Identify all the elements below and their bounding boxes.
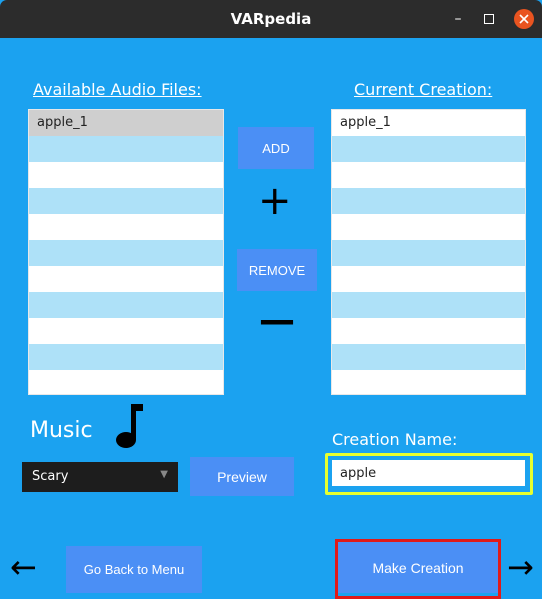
list-item[interactable] [29,214,223,240]
list-item[interactable] [332,318,525,344]
remove-button[interactable]: REMOVE [237,249,317,291]
go-back-to-menu-button[interactable]: Go Back to Menu [66,546,202,593]
back-arrow-icon[interactable]: ← [10,551,37,583]
list-item[interactable] [332,292,525,318]
current-creation-heading: Current Creation: [354,80,493,99]
list-item[interactable] [332,162,525,188]
list-item[interactable] [332,136,525,162]
list-item[interactable] [29,136,223,162]
creation-name-input[interactable] [332,460,525,486]
list-item[interactable]: apple_1 [29,110,223,136]
list-item[interactable] [29,318,223,344]
music-select[interactable]: Scary ▼ [22,462,178,492]
available-audio-list[interactable]: apple_1 [28,109,224,395]
list-item[interactable] [29,162,223,188]
list-item[interactable] [29,370,223,396]
music-note-icon [114,402,144,454]
list-item[interactable]: apple_1 [332,110,525,136]
add-button[interactable]: ADD [238,127,314,169]
list-item[interactable] [332,370,525,396]
list-item[interactable] [29,266,223,292]
list-item[interactable] [332,266,525,292]
current-creation-list[interactable]: apple_1 [331,109,526,395]
list-item[interactable] [332,240,525,266]
creation-name-label: Creation Name: [332,430,458,449]
available-audio-heading: Available Audio Files: [33,80,202,99]
maximize-icon[interactable] [479,9,499,29]
list-item[interactable] [29,292,223,318]
preview-button[interactable]: Preview [190,457,294,496]
make-creation-button[interactable]: Make Creation [338,542,498,593]
list-item[interactable] [29,188,223,214]
list-item[interactable] [29,240,223,266]
list-item[interactable] [332,188,525,214]
chevron-down-icon: ▼ [160,469,168,480]
main-content: Available Audio Files: apple_1 Current C… [0,38,542,599]
minimize-icon[interactable]: – [448,9,468,29]
list-item[interactable] [332,214,525,240]
list-item[interactable] [332,344,525,370]
plus-icon: + [258,178,292,224]
forward-arrow-icon[interactable]: → [507,551,534,583]
close-icon[interactable] [514,9,534,29]
music-label: Music [30,418,93,443]
minus-icon: — [259,300,295,341]
music-select-value: Scary [32,469,69,484]
title-bar: VARpedia – [0,0,542,38]
list-item[interactable] [29,344,223,370]
